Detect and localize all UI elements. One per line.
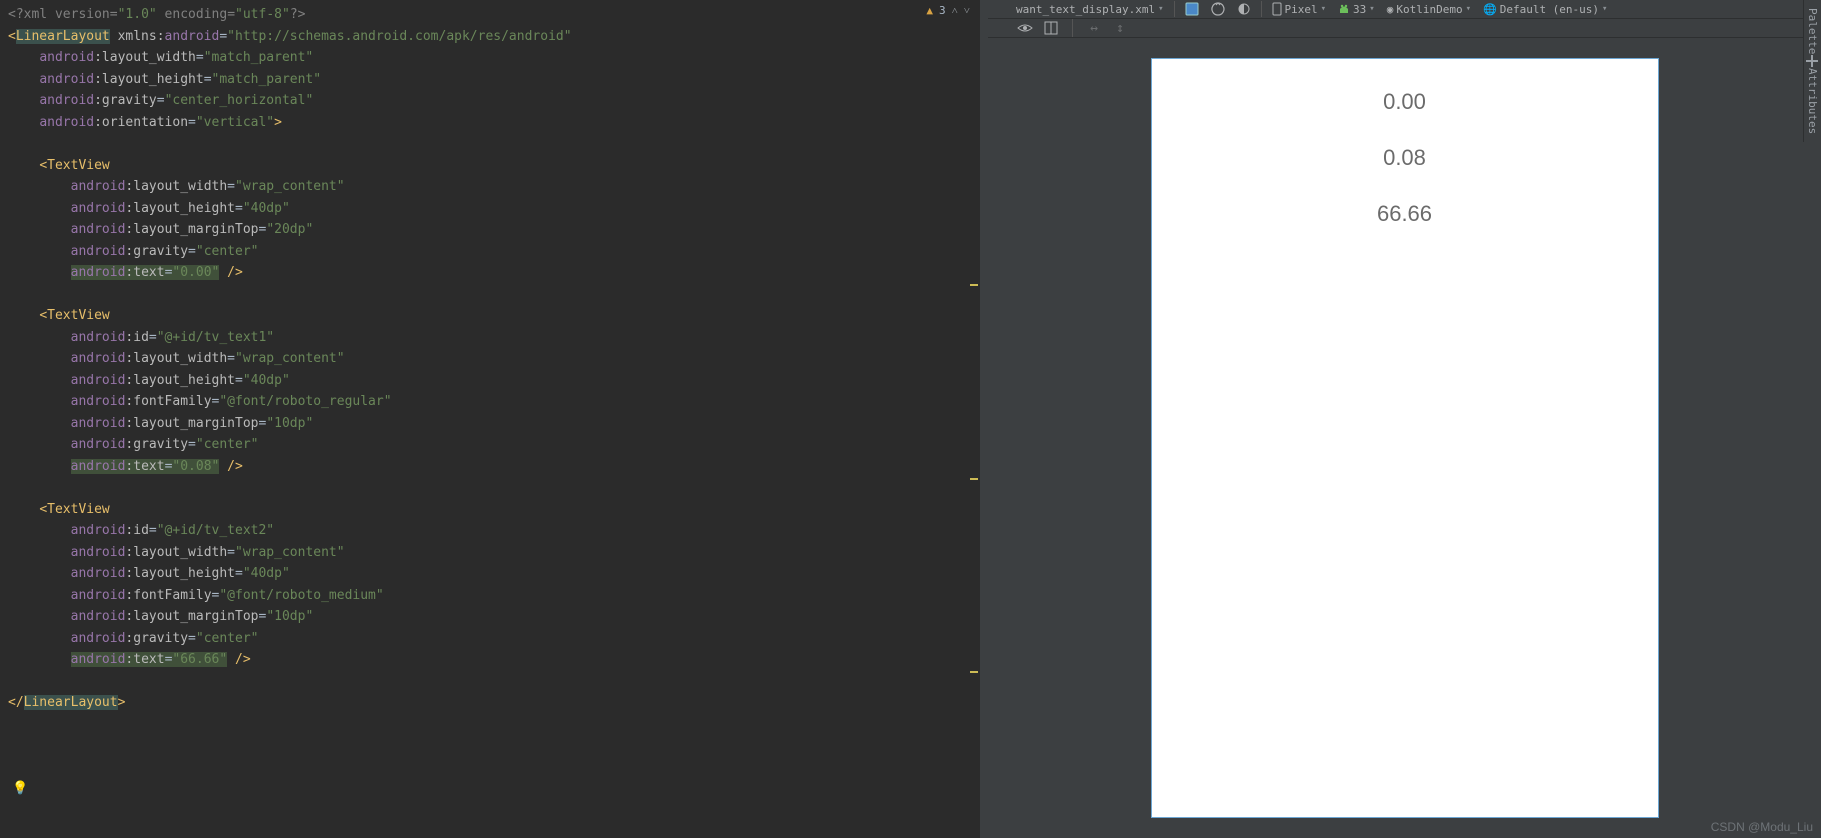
splitter[interactable]	[980, 0, 988, 838]
layout-preview-pane: Palette Attributes want_text_display.xml…	[988, 0, 1821, 838]
watermark: CSDN @Modu_Liu	[1711, 820, 1813, 834]
warning-count: 3	[939, 4, 946, 17]
locale-selector[interactable]: 🌐 Default (en-us) ▾	[1479, 3, 1611, 16]
file-name: want_text_display.xml	[1016, 3, 1155, 16]
chevron-down-icon: ▾	[1369, 4, 1374, 14]
view-toolbar: ↔ ↕	[988, 19, 1821, 38]
night-mode-icon[interactable]	[1233, 2, 1255, 16]
gutter-mark[interactable]	[970, 671, 978, 673]
api-level: 33	[1353, 3, 1366, 16]
textview-2[interactable]: 0.08	[1383, 145, 1426, 171]
locale-name: Default (en-us)	[1500, 3, 1599, 16]
chevron-down-icon: ▾	[1466, 4, 1471, 14]
gutter-mark[interactable]	[970, 478, 978, 480]
design-surface-icon[interactable]	[1181, 2, 1203, 16]
view-mode-eye-icon[interactable]	[1016, 19, 1034, 37]
textview-1[interactable]: 0.00	[1383, 89, 1426, 115]
file-selector[interactable]: want_text_display.xml ▾	[1012, 3, 1168, 16]
preview-toolbar: want_text_display.xml ▾ Pixel ▾ 33 ▾ ◉ K…	[988, 0, 1821, 19]
textview-3[interactable]: 66.66	[1377, 201, 1432, 227]
chevron-down-icon: ▾	[1321, 4, 1326, 14]
warning-icon: ▲	[926, 4, 933, 17]
pan-vertical-icon: ↕	[1111, 19, 1129, 37]
orientation-icon[interactable]	[1207, 2, 1229, 16]
next-problem-icon[interactable]: ˅	[964, 4, 970, 17]
preview-canvas[interactable]: 0.00 0.08 66.66	[988, 38, 1821, 838]
pan-horizontal-icon: ↔	[1085, 19, 1103, 37]
device-frame[interactable]: 0.00 0.08 66.66	[1151, 58, 1659, 818]
toolbar-separator	[1072, 19, 1073, 37]
attributes-tab[interactable]: Attributes	[1803, 60, 1821, 142]
gutter-mark[interactable]	[970, 284, 978, 286]
view-options-icon[interactable]	[1805, 54, 1819, 72]
device-name: Pixel	[1285, 3, 1318, 16]
palette-tab[interactable]: Palette	[1803, 0, 1821, 62]
code-editor-pane[interactable]: ▲ 3 ˄ ˅ <?xml version="1.0" encoding="ut…	[0, 0, 980, 838]
intention-bulb-icon[interactable]: 💡	[12, 781, 28, 796]
prev-problem-icon[interactable]: ˄	[952, 4, 958, 17]
chevron-down-icon: ▾	[1158, 4, 1163, 14]
inspection-status: ▲ 3 ˄ ˅	[926, 4, 970, 17]
theme-name: KotlinDemo	[1396, 3, 1462, 16]
device-selector[interactable]: Pixel ▾	[1268, 2, 1331, 16]
code-text[interactable]: <?xml version="1.0" encoding="utf-8"?> <…	[0, 0, 980, 718]
theme-selector[interactable]: ◉ KotlinDemo ▾	[1383, 3, 1475, 16]
toolbar-separator	[1174, 1, 1175, 17]
globe-icon: 🌐	[1483, 3, 1497, 16]
api-selector[interactable]: 33 ▾	[1334, 3, 1379, 16]
chevron-down-icon: ▾	[1602, 4, 1607, 14]
toolbar-separator	[1261, 1, 1262, 17]
blueprint-mode-icon[interactable]	[1042, 19, 1060, 37]
